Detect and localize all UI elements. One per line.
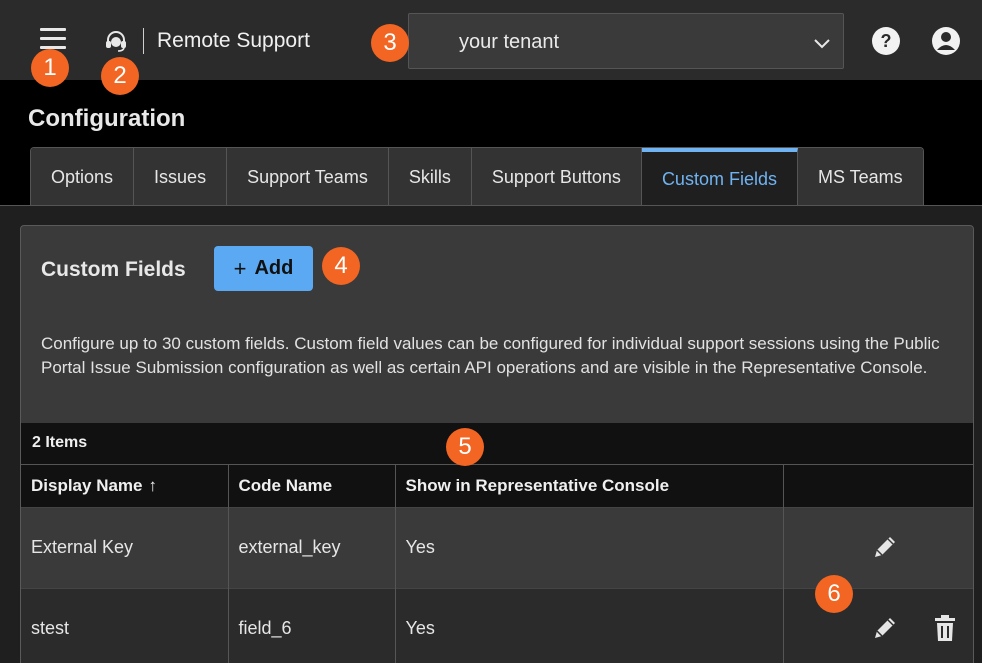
svg-text:?: ? — [881, 31, 892, 51]
tab-skills[interactable]: Skills — [388, 148, 472, 206]
cell-actions — [783, 506, 973, 588]
callout-badge-6: 6 — [815, 575, 853, 613]
tab-options[interactable]: Options — [31, 148, 135, 206]
cell-code-name: field_6 — [228, 587, 396, 663]
callout-badge-5: 5 — [446, 428, 484, 466]
menu-icon[interactable] — [40, 28, 66, 50]
callout-badge-2: 2 — [101, 57, 139, 95]
panel-title: Custom Fields — [41, 258, 186, 281]
items-count: 2 Items — [32, 434, 88, 451]
cell-show: Yes — [395, 506, 784, 588]
help-icon[interactable]: ? — [871, 26, 901, 56]
cell-code-name: external_key — [228, 506, 396, 588]
tab-support-teams[interactable]: Support Teams — [227, 148, 389, 206]
tenant-select-value: your tenant — [459, 31, 560, 53]
page-title: Configuration — [28, 105, 186, 132]
panel-description: Configure up to 30 custom fields. Custom… — [41, 334, 940, 377]
column-header-show-in-console[interactable]: Show in Representative Console — [395, 465, 784, 507]
cell-display-name: External Key — [21, 506, 229, 588]
tenant-select[interactable]: your tenant — [408, 13, 844, 69]
app-title: Remote Support — [157, 29, 310, 52]
callout-badge-1: 1 — [31, 49, 69, 87]
trash-icon[interactable] — [930, 613, 960, 643]
sort-asc-icon: ↑ — [148, 475, 158, 495]
plus-icon: + — [233, 255, 247, 281]
tab-issues[interactable]: Issues — [134, 148, 228, 206]
top-bar: Remote Support your tenant ? — [0, 0, 982, 80]
config-tabs: Options Issues Support Teams Skills Supp… — [30, 147, 924, 206]
column-header-code-name[interactable]: Code Name — [228, 465, 396, 507]
column-header-display-name[interactable]: Display Name ↑ — [21, 465, 229, 507]
brand-divider — [143, 28, 144, 54]
cell-display-name: stest — [21, 587, 229, 663]
cell-show: Yes — [395, 587, 784, 663]
callout-badge-3: 3 — [371, 24, 409, 62]
headset-icon — [103, 28, 129, 54]
custom-fields-table: Display Name ↑ Code Name Show in Represen… — [21, 465, 973, 663]
edit-icon[interactable] — [870, 532, 900, 562]
add-button-label: Add — [254, 257, 294, 279]
cell-actions — [783, 587, 973, 663]
add-button[interactable]: + Add — [214, 246, 313, 291]
column-header-label: Display Name — [31, 475, 143, 495]
grid-toolbar: 2 Items — [21, 423, 973, 465]
user-icon[interactable] — [931, 26, 961, 56]
callout-badge-4: 4 — [322, 247, 360, 285]
tab-support-buttons[interactable]: Support Buttons — [471, 148, 642, 206]
tab-ms-teams[interactable]: MS Teams — [797, 148, 923, 206]
table-header-row: Display Name ↑ Code Name Show in Represen… — [21, 465, 973, 507]
column-header-actions — [783, 465, 973, 507]
edit-icon[interactable] — [870, 613, 900, 643]
tab-custom-fields[interactable]: Custom Fields — [641, 148, 798, 206]
chevron-down-icon — [811, 32, 833, 54]
